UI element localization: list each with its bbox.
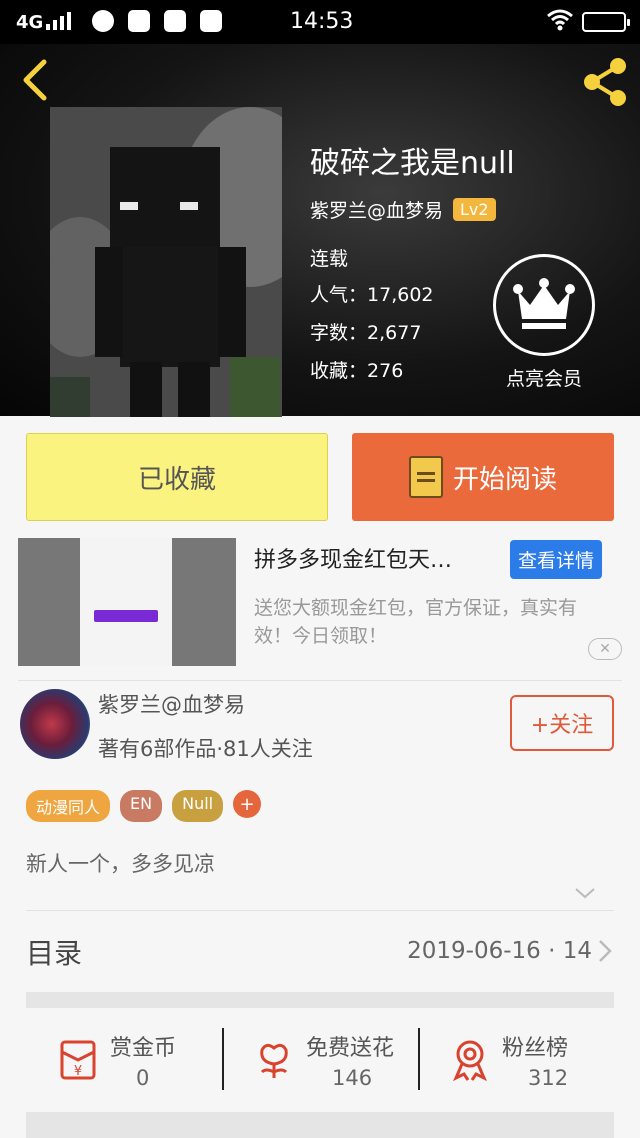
tag-item[interactable]: Null bbox=[172, 790, 224, 822]
fan-ranking-value: 312 bbox=[528, 1066, 569, 1090]
status-bar: 4G 14:53 bbox=[0, 0, 640, 44]
send-flower-button[interactable]: 免费送花 146 bbox=[222, 1024, 418, 1096]
start-reading-button[interactable]: 开始阅读 bbox=[352, 433, 614, 521]
book-intro: 新人一个，多多见凉 bbox=[26, 852, 215, 876]
author-card[interactable]: 紫罗兰@血梦易 著有6部作品·81人关注 +关注 bbox=[18, 680, 622, 770]
section-separator bbox=[26, 992, 614, 1008]
app-notification-icon bbox=[164, 10, 186, 32]
tag-item[interactable]: EN bbox=[120, 790, 163, 822]
author-meta: 著有6部作品·81人关注 bbox=[98, 737, 313, 761]
ad-close-icon[interactable]: ✕ bbox=[588, 638, 622, 660]
toc-update-info: 2019-06-16 · 14 bbox=[407, 938, 592, 964]
word-count-value: 2,677 bbox=[367, 322, 422, 344]
tag-item[interactable]: 动漫同人 bbox=[26, 790, 111, 822]
popularity-value: 17,602 bbox=[367, 284, 434, 306]
expand-intro-button[interactable] bbox=[574, 882, 596, 904]
table-of-contents-row[interactable]: 目录 2019-06-16 · 14 bbox=[26, 930, 614, 980]
signal-icon bbox=[46, 12, 71, 30]
tag-list: 动漫同人 EN Null + bbox=[26, 790, 262, 822]
app-notification-icon bbox=[128, 10, 150, 32]
notification-icons bbox=[92, 10, 222, 32]
vip-button[interactable]: 点亮会员 bbox=[490, 254, 598, 391]
crown-icon bbox=[493, 254, 595, 356]
favorited-button[interactable]: 已收藏 bbox=[26, 433, 328, 521]
wifi-icon bbox=[546, 8, 574, 38]
battery-icon bbox=[582, 12, 630, 32]
word-count-label: 字数： bbox=[310, 322, 368, 344]
book-cover[interactable] bbox=[50, 107, 282, 417]
book-author[interactable]: 紫罗兰@血梦易 bbox=[310, 196, 443, 223]
popularity-stat: 人气：17,602 bbox=[310, 280, 434, 307]
ad-title: 拼多多现金红包天… bbox=[254, 548, 453, 573]
section-separator bbox=[26, 1112, 614, 1138]
svg-text:¥: ¥ bbox=[74, 1064, 82, 1079]
avatar[interactable] bbox=[20, 689, 90, 759]
word-count-stat: 字数：2,677 bbox=[310, 318, 421, 345]
app-notification-icon bbox=[92, 10, 114, 32]
favorites-stat: 收藏：276 bbox=[310, 356, 403, 383]
reward-coin-value: 0 bbox=[136, 1066, 150, 1090]
follow-button[interactable]: +关注 bbox=[510, 695, 614, 751]
vip-label: 点亮会员 bbox=[505, 368, 582, 390]
reward-coin-icon: ¥ bbox=[60, 1040, 96, 1080]
cover-image bbox=[50, 107, 282, 417]
chevron-right-icon bbox=[599, 940, 612, 962]
book-icon bbox=[408, 456, 443, 498]
serial-status: 连载 bbox=[310, 248, 349, 270]
favorites-label: 收藏： bbox=[310, 360, 368, 382]
share-button[interactable] bbox=[578, 54, 632, 108]
back-button[interactable] bbox=[14, 58, 58, 102]
fan-ranking-button[interactable]: 粉丝榜 312 bbox=[418, 1024, 614, 1096]
book-header: 破碎之我是null 紫罗兰@血梦易 Lv2 连载 人气：17,602 字数：2,… bbox=[0, 44, 640, 417]
share-icon bbox=[584, 58, 626, 106]
ad-detail-button[interactable]: 查看详情 bbox=[510, 540, 603, 579]
chevron-left-icon bbox=[23, 59, 47, 101]
interaction-bar: ¥ 赏金币 0 免费送花 146 粉丝榜 312 bbox=[26, 1024, 614, 1096]
start-reading-label: 开始阅读 bbox=[452, 464, 557, 495]
author-name: 紫罗兰@血梦易 bbox=[98, 693, 245, 717]
add-tag-button[interactable]: + bbox=[233, 790, 262, 818]
level-badge: Lv2 bbox=[453, 198, 496, 221]
chevron-down-icon bbox=[575, 888, 595, 899]
app-notification-icon bbox=[200, 10, 222, 32]
ad-banner[interactable]: 拼多多现金红包天… 查看详情 送您大额现金红包，官方保证，真实有效！今日领取！ … bbox=[18, 538, 622, 668]
popularity-label: 人气： bbox=[310, 284, 368, 306]
network-type: 4G bbox=[16, 12, 44, 33]
favorites-value: 276 bbox=[367, 360, 404, 382]
send-flower-value: 146 bbox=[332, 1066, 373, 1090]
medal-icon bbox=[453, 1040, 487, 1082]
clock: 14:53 bbox=[290, 9, 354, 34]
book-title: 破碎之我是null bbox=[310, 146, 515, 181]
send-flower-label: 免费送花 bbox=[306, 1036, 395, 1061]
divider bbox=[26, 910, 614, 911]
ad-description: 送您大额现金红包，官方保证，真实有效！今日领取！ bbox=[254, 597, 578, 647]
toc-label: 目录 bbox=[26, 937, 83, 970]
fan-ranking-label: 粉丝榜 bbox=[502, 1036, 569, 1061]
reward-coin-label: 赏金币 bbox=[110, 1036, 177, 1061]
flower-icon bbox=[260, 1043, 288, 1078]
reward-coin-button[interactable]: ¥ 赏金币 0 bbox=[26, 1024, 222, 1096]
book-author-line: 紫罗兰@血梦易 Lv2 bbox=[310, 196, 496, 223]
ad-image bbox=[18, 538, 236, 666]
